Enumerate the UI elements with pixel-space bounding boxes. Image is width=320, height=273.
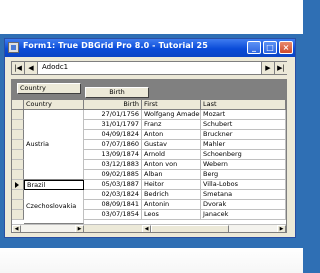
cell-first[interactable]: Arnold <box>142 150 201 160</box>
group-cell-country[interactable]: Czechoslovakia <box>24 190 84 224</box>
cell-last[interactable]: Smetana <box>201 190 286 200</box>
group-by-area[interactable]: Country Birth <box>12 80 286 100</box>
page-background-bottom <box>0 248 303 273</box>
group-cell-country[interactable]: Brazil <box>24 180 84 190</box>
move-first-button[interactable]: |◀ <box>12 62 25 74</box>
cell-birth[interactable]: 02/03/1824 <box>84 190 142 200</box>
row-selector[interactable] <box>12 170 24 180</box>
split1-scroll-left-button[interactable]: ◀ <box>12 225 21 232</box>
cell-last[interactable]: Janacek <box>201 210 286 220</box>
split1-scroll-right-button[interactable]: ▶ <box>75 225 84 232</box>
column-header-first[interactable]: First <box>142 100 201 110</box>
maximize-button[interactable]: □ <box>263 41 277 54</box>
cell-last[interactable]: Webern <box>201 160 286 170</box>
current-row-indicator[interactable] <box>12 180 24 190</box>
move-next-button[interactable]: ▶ <box>261 62 274 74</box>
split2-scroll-right-button[interactable]: ▶ <box>277 225 286 232</box>
move-last-button[interactable]: ▶| <box>274 62 287 74</box>
row-selector[interactable] <box>12 110 24 120</box>
column-header-country[interactable]: Country <box>24 100 84 110</box>
cell-birth[interactable]: 09/02/1885 <box>84 170 142 180</box>
cell-first[interactable]: Heitor <box>142 180 201 190</box>
cell-first[interactable]: Anton von <box>142 160 201 170</box>
cell-first[interactable]: Anton <box>142 130 201 140</box>
cell-birth[interactable]: 03/12/1883 <box>84 160 142 170</box>
split2-scroll-track[interactable] <box>229 225 277 232</box>
cell-birth[interactable]: 31/01/1797 <box>84 120 142 130</box>
minimize-button[interactable]: _ <box>247 41 261 54</box>
dbgrid[interactable]: Country Birth Country Birth First Last A… <box>11 79 287 233</box>
move-previous-button[interactable]: ◀ <box>25 62 38 74</box>
split1-scroll-track[interactable] <box>21 225 75 232</box>
group-cell-country[interactable]: Austria <box>24 110 84 180</box>
cell-last[interactable]: Schubert <box>201 120 286 130</box>
row-selector[interactable] <box>12 200 24 210</box>
main-window: Form1: True DBGrid Pro 8.0 - Tutorial 25… <box>4 38 296 238</box>
group-button-birth[interactable]: Birth <box>85 87 149 98</box>
cell-first[interactable]: Wolfgang Amadeus <box>142 110 201 120</box>
horizontal-scrollbars: ◀ ▶ ◀ ▶ <box>12 224 286 232</box>
row-selector[interactable] <box>12 190 24 200</box>
cell-birth[interactable]: 27/01/1756 <box>84 110 142 120</box>
cell-last[interactable]: Dvorak <box>201 200 286 210</box>
page-background-top <box>0 0 303 34</box>
grid-body[interactable]: Country Birth First Last Austria Brazil … <box>12 100 286 224</box>
title-bar[interactable]: Form1: True DBGrid Pro 8.0 - Tutorial 25… <box>5 39 295 57</box>
row-selector[interactable] <box>12 210 24 220</box>
cell-first[interactable]: Bedrich <box>142 190 201 200</box>
cell-first[interactable]: Antonin <box>142 200 201 210</box>
cell-first[interactable]: Alban <box>142 170 201 180</box>
corner-header[interactable] <box>12 100 24 110</box>
cell-last[interactable]: Berg <box>201 170 286 180</box>
cell-first[interactable]: Gustav <box>142 140 201 150</box>
cell-first[interactable]: Leos <box>142 210 201 220</box>
cell-last[interactable]: Bruckner <box>201 130 286 140</box>
close-button[interactable]: × <box>279 41 293 54</box>
cell-birth[interactable]: 13/09/1874 <box>84 150 142 160</box>
column-header-last[interactable]: Last <box>201 100 286 110</box>
row-selector[interactable] <box>12 160 24 170</box>
cell-last[interactable]: Villa-Lobos <box>201 180 286 190</box>
cell-birth[interactable]: 05/03/1887 <box>84 180 142 190</box>
cell-birth[interactable]: 04/09/1824 <box>84 130 142 140</box>
split2-scroll-thumb[interactable] <box>151 225 229 232</box>
cell-birth[interactable]: 08/09/1841 <box>84 200 142 210</box>
cell-birth[interactable]: 07/07/1860 <box>84 140 142 150</box>
cell-last[interactable]: Mozart <box>201 110 286 120</box>
row-selector[interactable] <box>12 120 24 130</box>
row-selector[interactable] <box>12 130 24 140</box>
row-selector[interactable] <box>12 140 24 150</box>
ado-data-control: |◀ ◀ Adodc1 ▶ ▶| <box>11 61 287 75</box>
window-title: Form1: True DBGrid Pro 8.0 - Tutorial 25 <box>23 41 208 50</box>
cell-last[interactable]: Schoenberg <box>201 150 286 160</box>
cell-first[interactable]: Franz <box>142 120 201 130</box>
cell-birth[interactable]: 03/07/1854 <box>84 210 142 220</box>
column-header-birth[interactable]: Birth <box>84 100 142 110</box>
row-selector[interactable] <box>12 150 24 160</box>
app-icon[interactable] <box>8 42 19 53</box>
data-control-caption: Adodc1 <box>42 63 69 71</box>
cell-last[interactable]: Mahler <box>201 140 286 150</box>
split2-scroll-left-button[interactable]: ◀ <box>142 225 151 232</box>
group-button-country[interactable]: Country <box>17 83 81 94</box>
